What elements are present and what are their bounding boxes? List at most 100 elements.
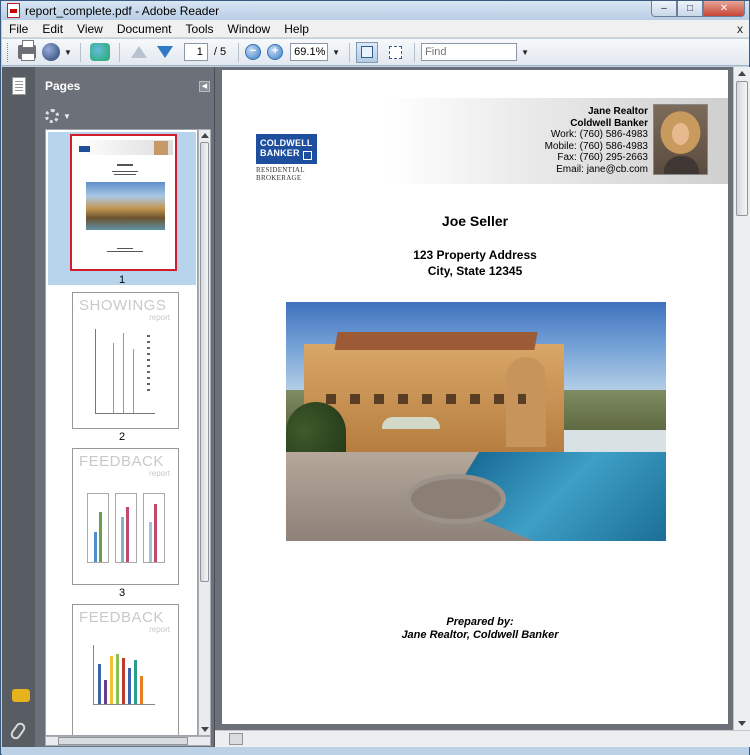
collapse-panel-button[interactable]: ◀ bbox=[199, 81, 210, 92]
agent-name: Jane Realtor bbox=[587, 106, 648, 117]
thumbnail-label-3: 3 bbox=[118, 587, 126, 599]
gear-icon bbox=[45, 109, 59, 123]
next-page-button[interactable] bbox=[154, 42, 176, 63]
zoom-in-button[interactable]: + bbox=[267, 44, 284, 60]
thumbnail-chart bbox=[93, 645, 155, 705]
minimize-button[interactable]: – bbox=[651, 1, 677, 17]
thumbnail-horizontal-scrollbar[interactable] bbox=[45, 736, 211, 746]
scrollbar-thumb[interactable] bbox=[200, 142, 209, 582]
thumbnail-bar bbox=[99, 512, 102, 562]
scroll-down-icon[interactable] bbox=[201, 727, 209, 732]
thumbnail-text-line bbox=[114, 174, 136, 175]
close-button[interactable]: ✕ bbox=[703, 1, 745, 17]
agent-photo bbox=[653, 104, 708, 175]
coldwell-banker-logo: COLDWELL BANKER bbox=[256, 134, 317, 164]
thumbnail-legend bbox=[147, 335, 150, 395]
page-total: / 5 bbox=[213, 46, 227, 58]
thumbnail-bar bbox=[110, 656, 113, 704]
arrow-down-icon bbox=[156, 46, 173, 58]
fit-page-button[interactable] bbox=[384, 42, 406, 63]
zoom-level-input[interactable] bbox=[290, 43, 329, 61]
document-vertical-scrollbar[interactable] bbox=[733, 67, 750, 730]
menu-edit[interactable]: Edit bbox=[35, 22, 70, 36]
scrollbar-thumb[interactable] bbox=[58, 737, 188, 745]
prepared-by-name: Jane Realtor, Coldwell Banker bbox=[401, 629, 559, 641]
find-input[interactable] bbox=[421, 43, 518, 61]
thumbnail-chart-line bbox=[123, 333, 124, 413]
pages-icon[interactable] bbox=[12, 77, 26, 95]
toolbar: ▼ / 5 − + ▼ ▼ bbox=[2, 39, 749, 66]
thumbnail-scrollbar[interactable] bbox=[198, 129, 211, 736]
menu-tools[interactable]: Tools bbox=[179, 22, 221, 36]
thumbnail-logo bbox=[79, 146, 90, 152]
toolbar-separator bbox=[118, 42, 120, 62]
menu-window[interactable]: Window bbox=[221, 22, 278, 36]
page-thumbnail-2[interactable]: SHOWINGS report bbox=[72, 292, 179, 429]
menu-view[interactable]: View bbox=[70, 22, 110, 36]
thumbnail-heading: FEEDBACK bbox=[79, 609, 164, 626]
menu-bar: File Edit View Document Tools Window Hel… bbox=[2, 20, 749, 38]
fit-page-icon bbox=[388, 45, 402, 59]
pages-panel: Pages ◀ ▼ 1 SHOWINGS report 2 FEEDBACK r… bbox=[35, 67, 214, 747]
close-document-icon[interactable]: x bbox=[737, 22, 743, 36]
collaborate-button[interactable] bbox=[89, 42, 111, 63]
page-number-input[interactable] bbox=[183, 43, 208, 61]
scroll-up-icon[interactable] bbox=[738, 71, 746, 76]
zoom-out-button[interactable]: − bbox=[245, 44, 262, 60]
thumbnail-chart-line bbox=[133, 349, 134, 413]
chevron-down-icon: ▼ bbox=[64, 47, 72, 57]
thumbnail-chart-3 bbox=[143, 493, 165, 563]
photo-umbrella bbox=[382, 417, 440, 429]
thumbnail-subheading: report bbox=[149, 625, 170, 634]
document-horizontal-scrollbar[interactable] bbox=[215, 730, 750, 747]
options-button[interactable]: ▼ bbox=[45, 109, 71, 123]
thumbnail-text-line bbox=[117, 164, 133, 166]
printer-icon bbox=[18, 40, 36, 61]
navigation-strip bbox=[2, 67, 35, 747]
zoom-dropdown-icon[interactable]: ▼ bbox=[332, 48, 340, 57]
logo-line-1: COLDWELL bbox=[260, 138, 313, 148]
thumbnail-bar bbox=[104, 680, 107, 704]
page-thumbnail-4[interactable]: FEEDBACK report bbox=[72, 604, 179, 735]
scroll-up-icon[interactable] bbox=[201, 133, 209, 138]
agent-contact-block: Jane Realtor Coldwell Banker Work: (760)… bbox=[545, 106, 648, 175]
previous-page-button[interactable] bbox=[128, 42, 150, 63]
thumbnail-list[interactable]: 1 SHOWINGS report 2 FEEDBACK report 3 FE… bbox=[45, 129, 198, 736]
maximize-button[interactable]: □ bbox=[677, 1, 703, 17]
comments-icon[interactable] bbox=[12, 689, 30, 702]
fit-width-button[interactable] bbox=[356, 41, 379, 63]
pdf-file-icon bbox=[7, 3, 20, 18]
prepared-by-label: Prepared by: bbox=[446, 616, 514, 628]
thumbnail-bar bbox=[134, 660, 137, 704]
scrollbar-thumb[interactable] bbox=[736, 81, 748, 216]
share-button[interactable]: ▼ bbox=[42, 42, 72, 63]
scrollbar-thumb[interactable] bbox=[229, 733, 243, 745]
title-bar[interactable]: report_complete.pdf - Adobe Reader – □ ✕ bbox=[1, 1, 749, 20]
menu-help[interactable]: Help bbox=[277, 22, 316, 36]
photo-windows bbox=[326, 394, 526, 404]
thumbnail-agent-photo bbox=[154, 141, 168, 155]
document-view[interactable]: COLDWELL BANKER RESIDENTIAL BROKERAGE Ja… bbox=[214, 67, 750, 747]
photo-spa bbox=[406, 474, 506, 524]
scroll-down-icon[interactable] bbox=[738, 721, 746, 726]
find-dropdown-icon[interactable]: ▼ bbox=[521, 48, 529, 57]
toolbar-grip[interactable] bbox=[7, 42, 10, 62]
thumbnail-heading: SHOWINGS bbox=[79, 297, 167, 314]
thumbnail-bar bbox=[154, 504, 157, 562]
thumbnail-chart-line bbox=[113, 343, 114, 413]
thumbnail-bar bbox=[140, 676, 143, 704]
thumbnail-chart-2 bbox=[115, 493, 137, 563]
thumbnail-chart-axis bbox=[95, 413, 155, 414]
pages-panel-header: Pages ◀ bbox=[35, 67, 214, 105]
print-button[interactable] bbox=[16, 40, 38, 63]
thumbnail-heading: FEEDBACK bbox=[79, 453, 164, 470]
menu-file[interactable]: File bbox=[2, 22, 35, 36]
page-thumbnail-1[interactable] bbox=[70, 134, 177, 271]
page-thumbnail-3[interactable]: FEEDBACK report bbox=[72, 448, 179, 585]
thumbnail-bar bbox=[122, 658, 125, 704]
menu-document[interactable]: Document bbox=[110, 22, 179, 36]
attachments-icon[interactable] bbox=[8, 720, 28, 742]
thumbnail-bar bbox=[128, 668, 131, 704]
pages-panel-title: Pages bbox=[45, 79, 81, 93]
thumbnail-bar bbox=[98, 664, 101, 704]
